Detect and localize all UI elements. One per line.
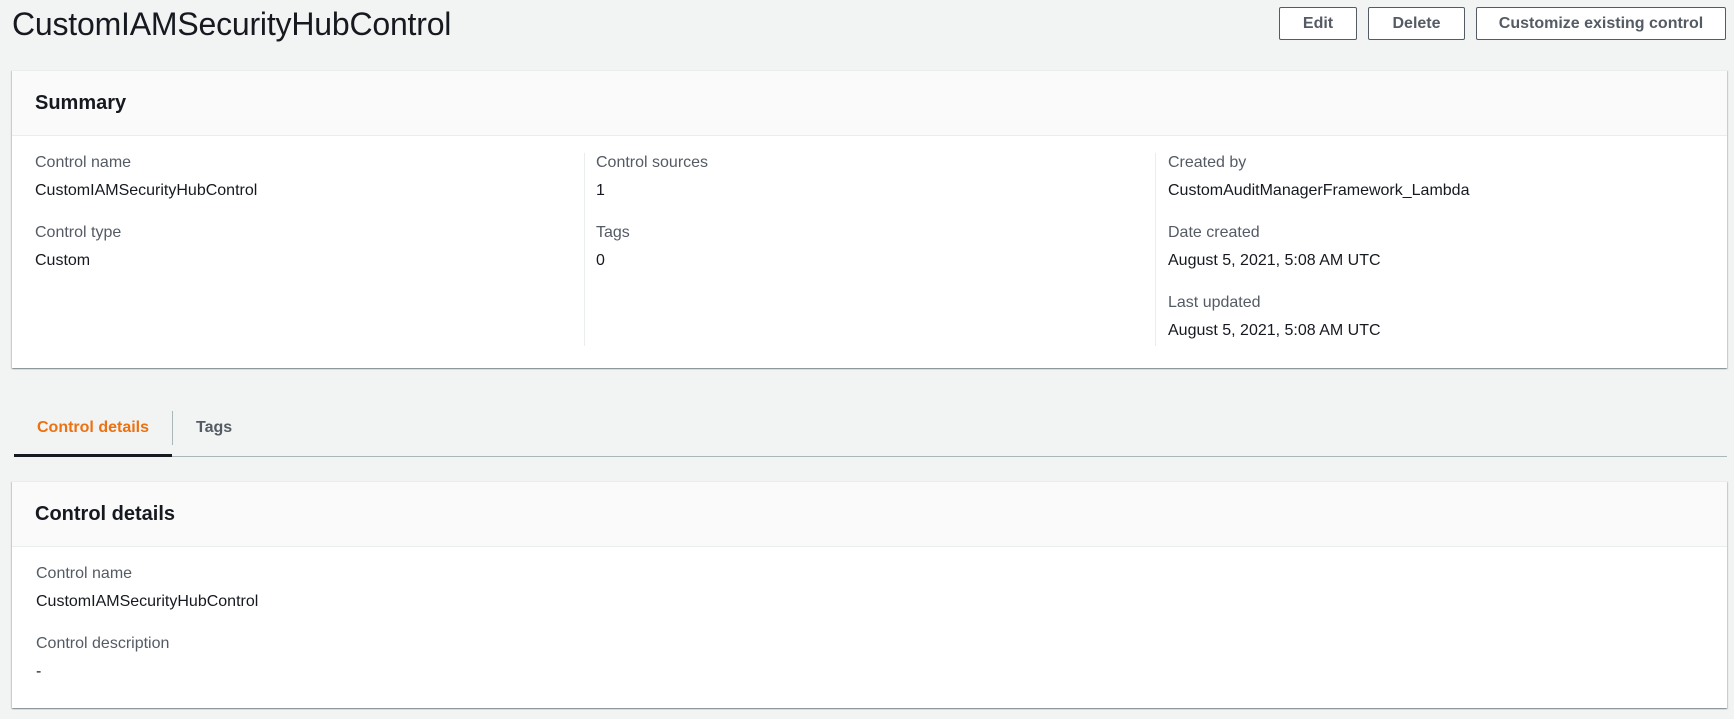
created-by-field: Created by CustomAuditManagerFramework_L…: [1168, 153, 1708, 201]
details-control-name-label: Control name: [36, 565, 133, 582]
last-updated-value: August 5, 2021, 5:08 AM UTC: [1168, 322, 1381, 339]
control-sources-label: Control sources: [596, 154, 709, 171]
control-sources-value: 1: [596, 182, 605, 199]
control-type-value: Custom: [35, 252, 91, 269]
control-description-value: -: [36, 663, 42, 680]
tags-count-value: 0: [596, 252, 605, 269]
created-by-value: CustomAuditManagerFramework_Lambda: [1168, 182, 1470, 199]
control-description-label: Control description: [36, 635, 170, 652]
summary-body: Control name CustomIAMSecurityHubControl…: [12, 136, 1727, 369]
summary-column-1: Control name CustomIAMSecurityHubControl…: [35, 153, 575, 293]
created-by-label: Created by: [1168, 154, 1247, 171]
tags-count-field: Tags 0: [596, 223, 1136, 271]
edit-button[interactable]: Edit: [1279, 7, 1357, 40]
tab-bar: Control details Tags: [14, 400, 1727, 457]
date-created-value: August 5, 2021, 5:08 AM UTC: [1168, 252, 1381, 269]
last-updated-label: Last updated: [1168, 294, 1261, 311]
summary-column-3: Created by CustomAuditManagerFramework_L…: [1168, 153, 1708, 363]
delete-button[interactable]: Delete: [1368, 7, 1465, 40]
control-name-value: CustomIAMSecurityHubControl: [35, 182, 258, 199]
summary-title: Summary: [35, 92, 127, 114]
page-title: CustomIAMSecurityHubControl: [12, 6, 452, 42]
page: CustomIAMSecurityHubControl Edit Delete …: [0, 0, 1734, 719]
date-created-field: Date created August 5, 2021, 5:08 AM UTC: [1168, 223, 1708, 271]
control-details-title: Control details: [35, 503, 176, 525]
summary-header: Summary: [12, 71, 1727, 136]
control-details-body: Control name CustomIAMSecurityHubControl…: [12, 547, 1727, 682]
tags-count-label: Tags: [596, 224, 630, 241]
control-name-label: Control name: [35, 154, 132, 171]
control-type-label: Control type: [35, 224, 122, 241]
control-details-header: Control details: [12, 482, 1727, 547]
tab-tags[interactable]: Tags: [173, 400, 255, 456]
control-name-field: Control name CustomIAMSecurityHubControl: [35, 153, 575, 201]
header-actions: Edit Delete Customize existing control: [1279, 7, 1726, 40]
control-sources-field: Control sources 1: [596, 153, 1136, 201]
column-divider: [584, 153, 585, 346]
control-details-container: Control details Control name CustomIAMSe…: [12, 481, 1727, 708]
control-description-field: Control description -: [36, 634, 1703, 682]
summary-column-2: Control sources 1 Tags 0: [596, 153, 1136, 293]
column-divider: [1155, 153, 1156, 346]
control-type-field: Control type Custom: [35, 223, 575, 271]
date-created-label: Date created: [1168, 224, 1260, 241]
details-control-name-field: Control name CustomIAMSecurityHubControl: [36, 564, 1703, 612]
summary-container: Summary Control name CustomIAMSecurityHu…: [12, 70, 1727, 368]
details-control-name-value: CustomIAMSecurityHubControl: [36, 593, 259, 610]
customize-existing-control-button[interactable]: Customize existing control: [1476, 7, 1726, 40]
last-updated-field: Last updated August 5, 2021, 5:08 AM UTC: [1168, 293, 1708, 341]
tab-control-details[interactable]: Control details: [14, 400, 173, 457]
